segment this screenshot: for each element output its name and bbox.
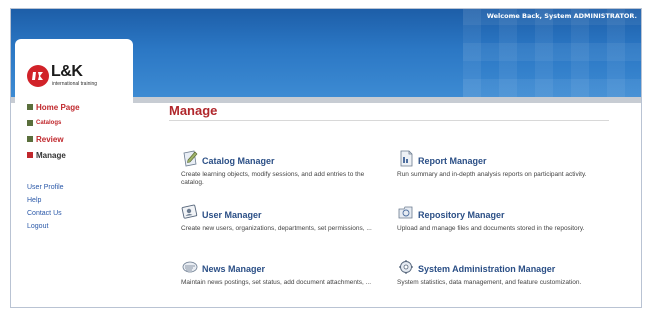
nav-manage[interactable]: Manage [27, 147, 131, 163]
square-bullet-icon [27, 152, 33, 158]
module-report-manager: Report Manager Run summary and in-depth … [397, 147, 602, 179]
logo[interactable]: L&K international training [23, 51, 131, 91]
nav-label: Review [36, 134, 64, 144]
title-divider [169, 120, 609, 121]
link-help[interactable]: Help [27, 194, 64, 207]
report-manager-description: Run summary and in-depth analysis report… [397, 171, 587, 178]
link-user-profile[interactable]: User Profile [27, 181, 64, 194]
nav-catalogs[interactable]: Catalogs [27, 115, 131, 131]
logo-mark-icon [27, 65, 49, 87]
repository-manager-link[interactable]: Repository Manager [418, 210, 505, 221]
repository-manager-description: Upload and manage files and documents st… [397, 225, 585, 232]
system-administration-manager-link[interactable]: System Administration Manager [418, 264, 555, 275]
newspaper-icon [181, 257, 199, 275]
logo-name: L&K [51, 63, 83, 80]
sidebar: L&K international training Home Page Cat… [15, 39, 133, 307]
nav-label: Manage [36, 150, 66, 160]
report-manager-link[interactable]: Report Manager [418, 156, 487, 167]
app-frame: Welcome Back, System ADMINISTRATOR. L&K … [10, 8, 642, 308]
module-news-manager: News Manager Maintain news postings, set… [181, 255, 386, 287]
catalog-manager-link[interactable]: Catalog Manager [202, 156, 275, 167]
nav-review[interactable]: Review [27, 131, 131, 147]
utility-links: User Profile Help Contact Us Logout [27, 181, 64, 233]
welcome-message: Welcome Back, System ADMINISTRATOR. [486, 12, 637, 20]
gear-icon [397, 257, 415, 275]
square-bullet-icon [27, 136, 33, 142]
pencil-paper-icon [181, 149, 199, 167]
user-manager-description: Create new users, organizations, departm… [181, 225, 372, 232]
module-catalog-manager: Catalog Manager Create learning objects,… [181, 147, 386, 187]
square-bullet-icon [27, 104, 33, 110]
main-content: Manage Catalog Manager Create learning o… [161, 97, 639, 307]
folder-icon [397, 203, 415, 221]
nav-home-page[interactable]: Home Page [27, 99, 131, 115]
news-manager-description: Maintain news postings, set status, add … [181, 279, 372, 286]
system-administration-manager-description: System statistics, data management, and … [397, 279, 582, 286]
square-bullet-icon [27, 120, 33, 126]
link-contact-us[interactable]: Contact Us [27, 207, 64, 220]
catalog-manager-description: Create learning objects, modify sessions… [181, 171, 365, 186]
logo-tagline: international training [52, 81, 98, 87]
id-card-icon [181, 203, 199, 221]
news-manager-link[interactable]: News Manager [202, 264, 265, 275]
module-repository-manager: Repository Manager Upload and manage fil… [397, 201, 602, 233]
module-user-manager: User Manager Create new users, organizat… [181, 201, 386, 233]
main-nav: Home Page Catalogs Review Manage [27, 99, 131, 163]
nav-label: Home Page [36, 102, 80, 112]
module-system-administration-manager: System Administration Manager System sta… [397, 255, 602, 287]
page-title: Manage [169, 103, 218, 118]
nav-label: Catalogs [36, 120, 62, 126]
user-manager-link[interactable]: User Manager [202, 210, 262, 221]
link-logout[interactable]: Logout [27, 220, 64, 233]
document-icon [397, 149, 415, 167]
